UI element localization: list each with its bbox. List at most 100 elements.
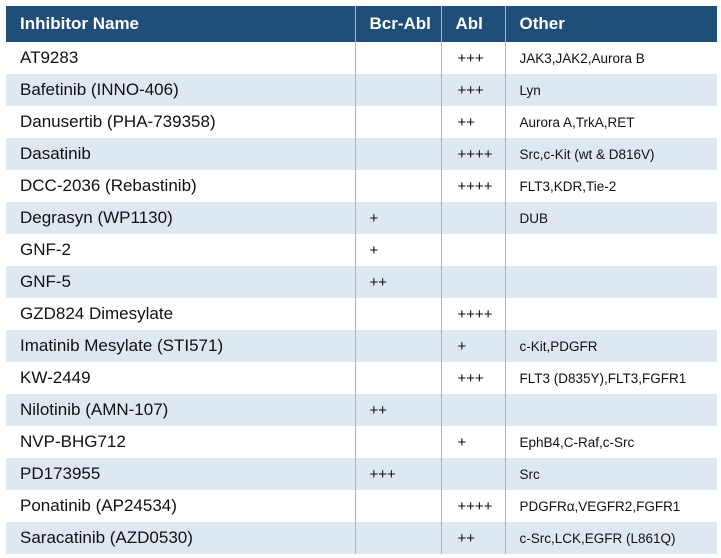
abl-cell: ++++ — [441, 298, 506, 330]
inhibitor-table-container: Inhibitor Name Bcr-Abl Abl Other AT9283 +… — [0, 0, 721, 558]
bcr-abl-cell — [355, 74, 442, 106]
abl-cell-text: +++ — [457, 81, 484, 99]
inhibitor-name-cell: NVP-BHG712 — [6, 426, 356, 458]
abl-cell — [441, 394, 506, 426]
inhibitor-name-cell: DCC-2036 (Rebastinib) — [6, 170, 356, 202]
other-targets-cell-text: FLT3,KDR,Tie-2 — [519, 178, 617, 194]
other-targets-cell — [505, 394, 717, 426]
inhibitor-name-cell: KW-2449 — [6, 362, 356, 394]
abl-cell: +++ — [441, 362, 506, 394]
table-row: GNF-2 + — [6, 234, 717, 266]
inhibitor-name-cell: Nilotinib (AMN-107) — [6, 394, 356, 426]
other-targets-cell: Aurora A,TrkA,RET — [505, 106, 717, 138]
other-targets-cell — [505, 234, 717, 266]
abl-cell: + — [441, 426, 506, 458]
inhibitor-name-cell-text: GNF-2 — [20, 240, 71, 259]
inhibitor-name-cell: Imatinib Mesylate (STI571) — [6, 330, 356, 362]
bcr-abl-cell: + — [355, 234, 442, 266]
bcr-abl-cell-text: + — [369, 209, 379, 227]
inhibitor-name-cell: Dasatinib — [6, 138, 356, 170]
inhibitor-table: Inhibitor Name Bcr-Abl Abl Other AT9283 +… — [6, 6, 717, 554]
table-row: Nilotinib (AMN-107) ++ — [6, 394, 717, 426]
bcr-abl-cell — [355, 298, 442, 330]
table-row: Saracatinib (AZD0530) ++ c-Src,LCK,EGFR (L… — [6, 522, 717, 554]
inhibitor-name-cell-text: Nilotinib (AMN-107) — [20, 400, 169, 419]
other-targets-cell-text: JAK3,JAK2,Aurora B — [519, 50, 645, 66]
inhibitor-name-cell: Bafetinib (INNO-406) — [6, 74, 356, 106]
other-targets-cell — [505, 266, 717, 298]
abl-cell — [441, 234, 506, 266]
table-row: Degrasyn (WP1130) + DUB — [6, 202, 717, 234]
inhibitor-name-cell-text: NVP-BHG712 — [20, 432, 126, 451]
inhibitor-name-cell: AT9283 — [6, 42, 356, 74]
abl-cell — [441, 202, 506, 234]
bcr-abl-cell — [355, 138, 442, 170]
inhibitor-name-cell-text: Danusertib (PHA-739358) — [20, 112, 216, 131]
table-row: PD173955 +++ Src — [6, 458, 717, 490]
bcr-abl-cell — [355, 330, 442, 362]
table-row: Ponatinib (AP24534) ++++ PDGFRα,VEGFR2,FGF… — [6, 490, 717, 522]
other-targets-cell: FLT3 (D835Y),FLT3,FGFR1 — [505, 362, 717, 394]
table-row: AT9283 +++ JAK3,JAK2,Aurora B — [6, 42, 717, 74]
column-header-inhibitor-name: Inhibitor Name — [6, 6, 356, 42]
abl-cell: ++++ — [441, 138, 506, 170]
inhibitor-name-cell: Degrasyn (WP1130) — [6, 202, 356, 234]
abl-cell-text: ++ — [457, 529, 476, 547]
table-row: GNF-5 ++ — [6, 266, 717, 298]
inhibitor-name-cell-text: AT9283 — [20, 48, 79, 67]
other-targets-cell-text: Lyn — [519, 82, 541, 98]
abl-cell-text: + — [457, 337, 467, 355]
abl-cell: ++ — [441, 106, 506, 138]
abl-cell: + — [441, 330, 506, 362]
other-targets-cell-text: Src,c-Kit (wt & D816V) — [519, 146, 655, 162]
table-row: Imatinib Mesylate (STI571) + c-Kit,PDGFR — [6, 330, 717, 362]
inhibitor-name-cell: Ponatinib (AP24534) — [6, 490, 356, 522]
table-row: KW-2449 +++ FLT3 (D835Y),FLT3,FGFR1 — [6, 362, 717, 394]
inhibitor-name-cell: GZD824 Dimesylate — [6, 298, 356, 330]
bcr-abl-cell — [355, 426, 442, 458]
other-targets-cell: EphB4,C-Raf,c-Src — [505, 426, 717, 458]
other-targets-cell: c-Src,LCK,EGFR (L861Q) — [505, 522, 717, 554]
inhibitor-name-cell-text: Dasatinib — [20, 144, 91, 163]
inhibitor-name-cell: Danusertib (PHA-739358) — [6, 106, 356, 138]
abl-cell-text: ++++ — [457, 145, 493, 163]
abl-cell-text: ++++ — [457, 305, 493, 323]
other-targets-cell — [505, 298, 717, 330]
bcr-abl-cell-text: + — [369, 241, 379, 259]
other-targets-cell-text: Aurora A,TrkA,RET — [519, 114, 635, 130]
abl-cell: ++ — [441, 522, 506, 554]
abl-cell — [441, 458, 506, 490]
abl-cell: +++ — [441, 42, 506, 74]
column-header-abl: Abl — [441, 6, 506, 42]
bcr-abl-cell-text: +++ — [369, 465, 396, 483]
other-targets-cell: Src,c-Kit (wt & D816V) — [505, 138, 717, 170]
bcr-abl-cell: ++ — [355, 394, 442, 426]
inhibitor-name-cell-text: Degrasyn (WP1130) — [20, 208, 173, 227]
table-row: Bafetinib (INNO-406) +++ Lyn — [6, 74, 717, 106]
bcr-abl-cell: +++ — [355, 458, 442, 490]
inhibitor-name-cell-text: GZD824 Dimesylate — [20, 304, 174, 323]
table-header-row: Inhibitor Name Bcr-Abl Abl Other — [6, 6, 717, 42]
other-targets-cell-text: PDGFRα,VEGFR2,FGFR1 — [519, 498, 681, 514]
table-row: NVP-BHG712 + EphB4,C-Raf,c-Src — [6, 426, 717, 458]
other-targets-cell-text: DUB — [519, 210, 549, 226]
bcr-abl-cell — [355, 362, 442, 394]
table-row: GZD824 Dimesylate ++++ — [6, 298, 717, 330]
other-targets-cell-text: c-Kit,PDGFR — [519, 338, 598, 354]
abl-cell-text: ++++ — [457, 497, 493, 515]
inhibitor-name-cell: PD173955 — [6, 458, 356, 490]
abl-cell-text: ++++ — [457, 177, 493, 195]
inhibitor-name-cell-text: Imatinib Mesylate (STI571) — [20, 336, 224, 355]
abl-cell — [441, 266, 506, 298]
table-row: Dasatinib ++++ Src,c-Kit (wt & D816V) — [6, 138, 717, 170]
table-body: AT9283 +++ JAK3,JAK2,Aurora B Bafetinib (IN… — [6, 42, 717, 554]
inhibitor-name-cell: GNF-2 — [6, 234, 356, 266]
abl-cell-text: ++ — [457, 113, 476, 131]
other-targets-cell: JAK3,JAK2,Aurora B — [505, 42, 717, 74]
abl-cell-text: +++ — [457, 49, 484, 67]
abl-cell-text: + — [457, 433, 467, 451]
bcr-abl-cell-text: ++ — [369, 401, 388, 419]
bcr-abl-cell: + — [355, 202, 442, 234]
abl-cell: +++ — [441, 74, 506, 106]
abl-cell: ++++ — [441, 170, 506, 202]
